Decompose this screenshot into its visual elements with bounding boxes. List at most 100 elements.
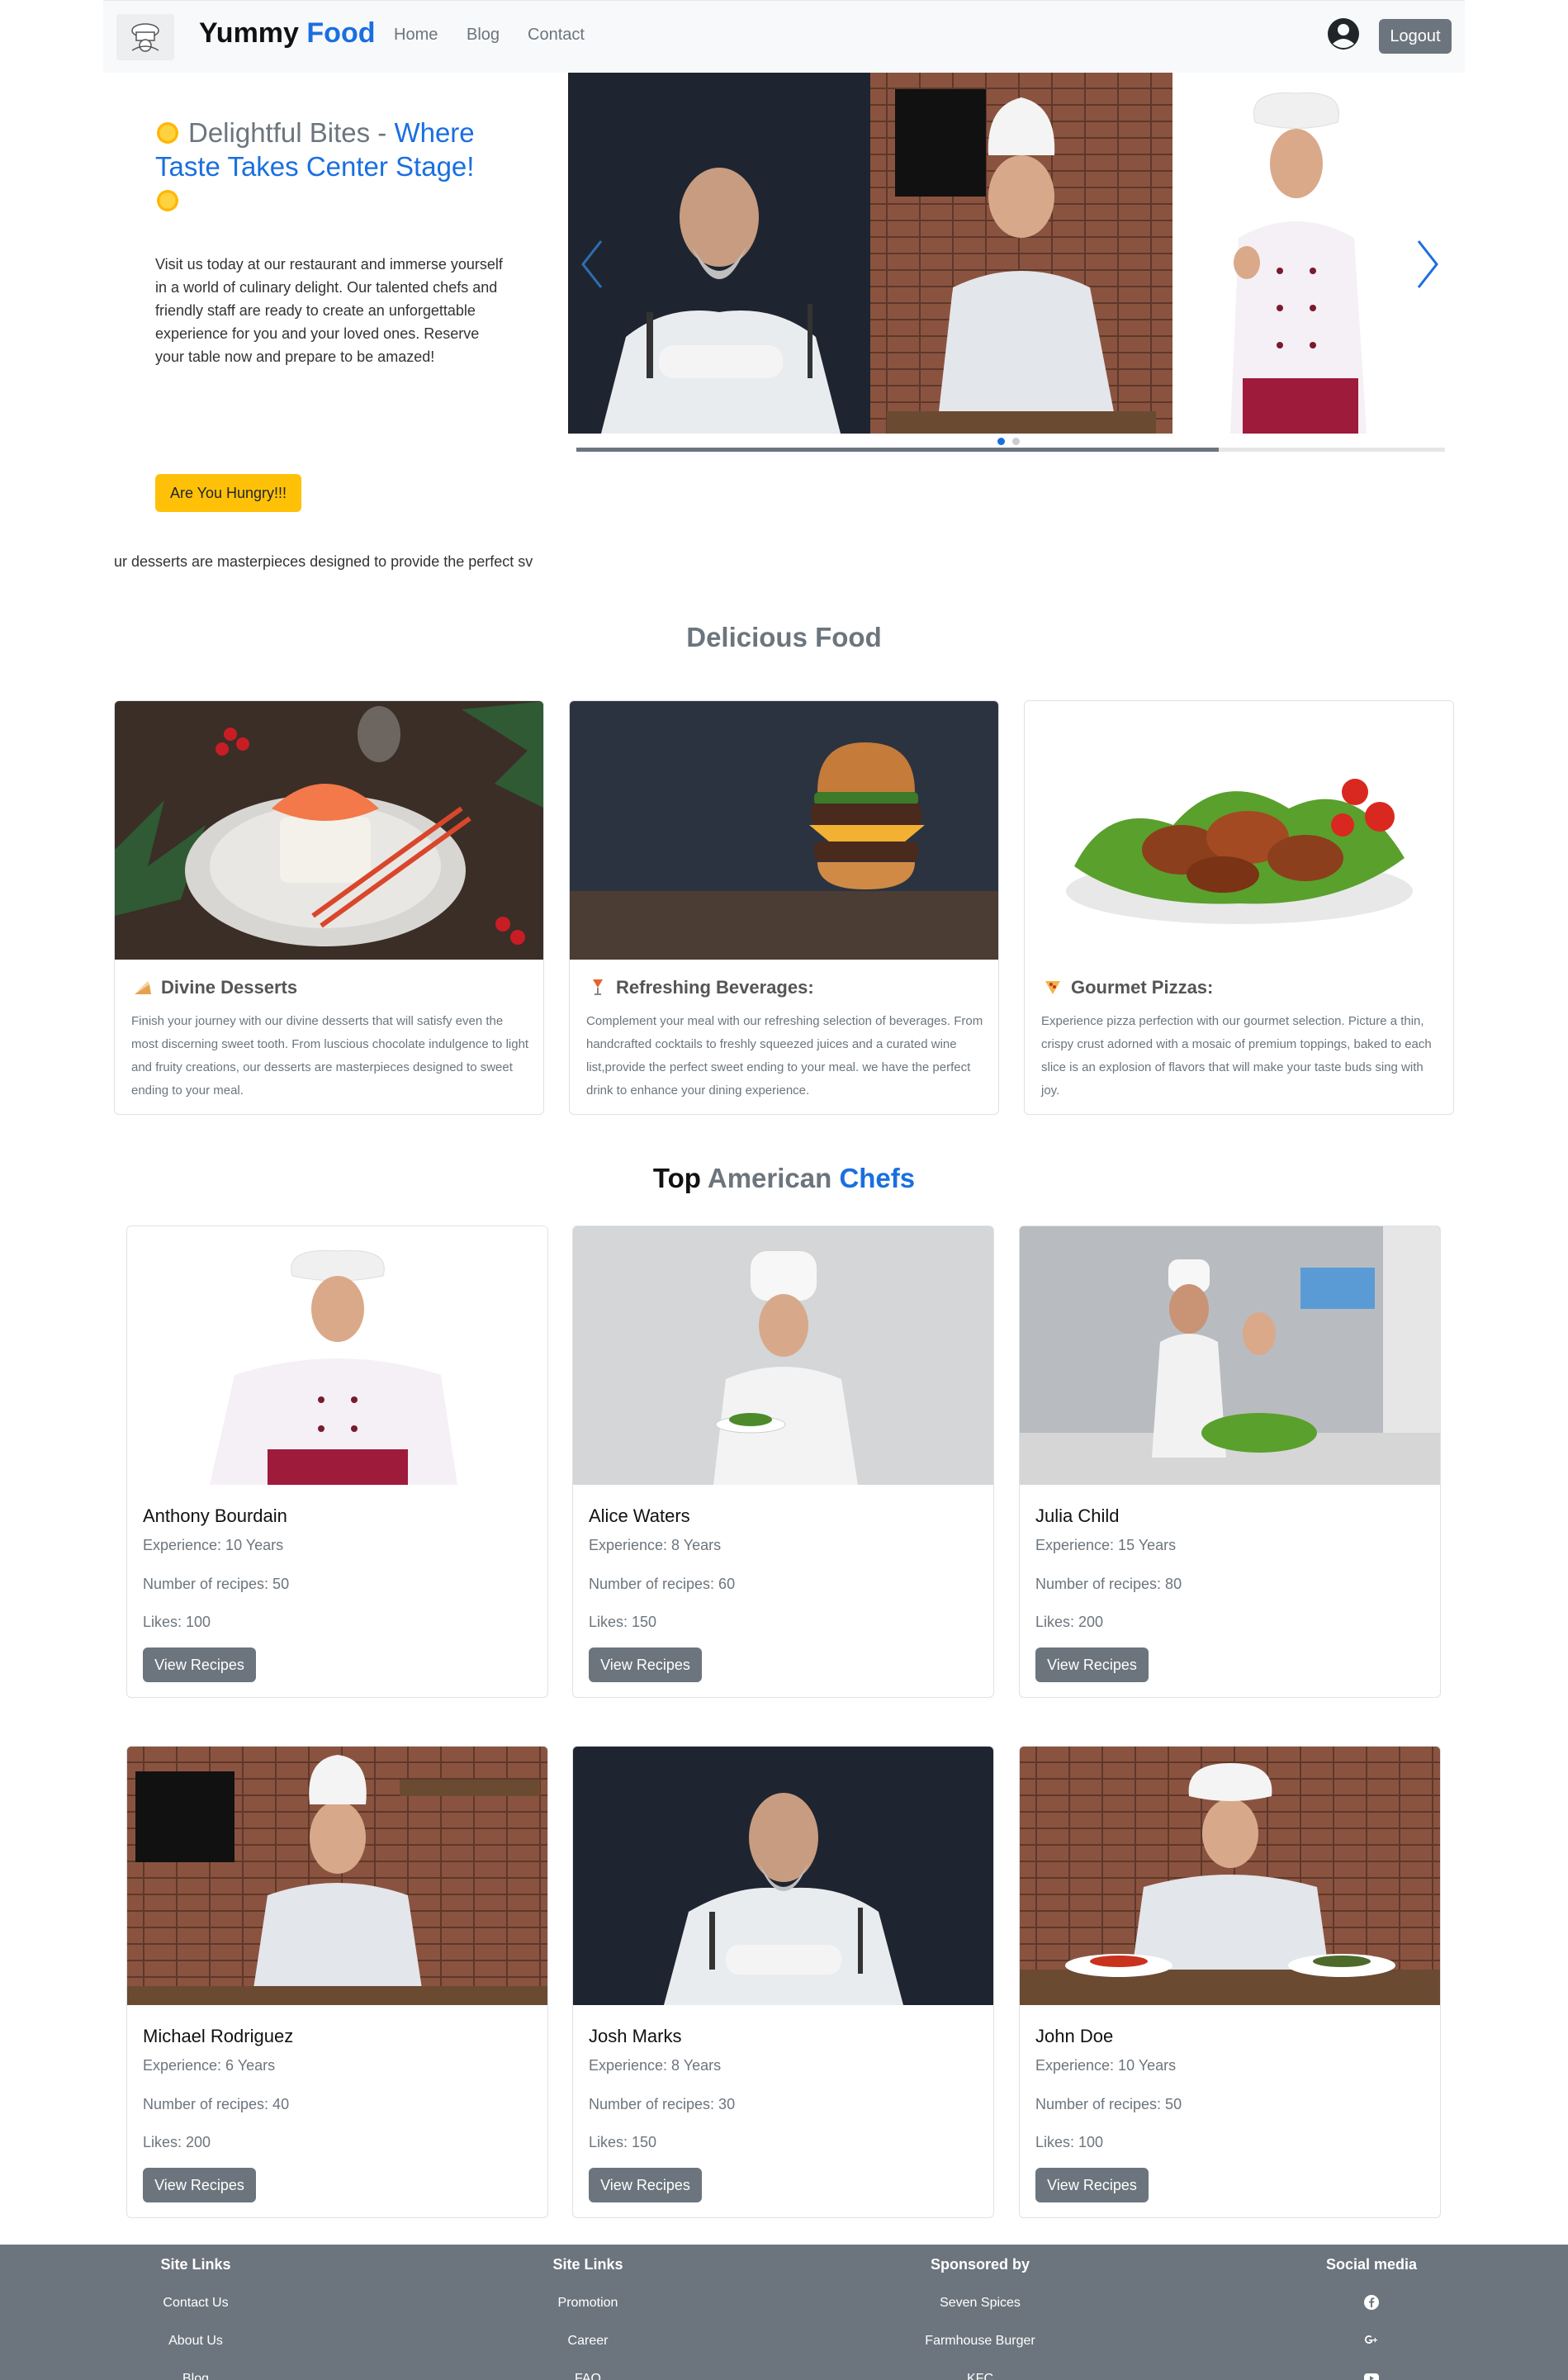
chef-recipes: Number of recipes: 30 [589, 2096, 736, 2112]
chef-image-julia-child [1020, 1226, 1440, 1485]
chef-experience: Experience: 8 Years [589, 1537, 722, 1553]
hero-title: Delightful Bites - Where Taste Takes Cen… [155, 116, 543, 217]
view-recipes-button[interactable]: View Recipes [1035, 2168, 1149, 2202]
navbar: Yummy Food Home Blog Contact Logout [103, 0, 1465, 73]
chef-recipes: Number of recipes: 50 [1035, 2096, 1182, 2112]
footer-link-promotion[interactable]: Promotion [464, 2296, 712, 2311]
carousel-dot-2[interactable] [1012, 438, 1020, 445]
chef-likes: Likes: 100 [1035, 2134, 1104, 2150]
footer-heading: Site Links [552, 2256, 623, 2273]
food-text-desserts: Finish your journey with our divine dess… [131, 1014, 529, 1098]
food-title-beverages: Refreshing Beverages: [588, 977, 814, 998]
chef-name: Josh Marks [589, 2026, 682, 2046]
chef-experience: Experience: 6 Years [143, 2057, 276, 2074]
footer-link-contact-us[interactable]: Contact Us [72, 2296, 320, 2311]
carousel-scrollbar-thumb[interactable] [576, 448, 1220, 452]
chef-name: Anthony Bourdain [143, 1505, 287, 1526]
food-title-desserts: Divine Desserts [133, 977, 297, 998]
footer-link-kfc[interactable]: KFC [856, 2372, 1104, 2380]
food-image-sushi [115, 701, 543, 960]
food-card-pizzas: Gourmet Pizzas: Experience pizza perfect… [1024, 700, 1454, 1115]
footer-link-seven-spices[interactable]: Seven Spices [856, 2296, 1104, 2311]
chef-image-michael-rodriguez [127, 1747, 547, 2005]
chef-image-john-doe [1020, 1747, 1440, 2005]
carousel-slide-bald-chef [568, 73, 870, 434]
chef-image-alice-waters [573, 1226, 993, 1485]
chef-likes: Likes: 200 [1035, 1614, 1104, 1630]
chef-experience: Experience: 10 Years [1035, 2057, 1177, 2074]
food-image-burger [570, 701, 998, 960]
nav-link-contact[interactable]: Contact [528, 26, 585, 45]
chef-recipes: Number of recipes: 80 [1035, 1576, 1182, 1592]
chef-recipes: Number of recipes: 50 [143, 1576, 290, 1592]
cocktail-icon [593, 979, 603, 995]
user-avatar-icon[interactable] [1327, 17, 1360, 50]
footer-heading: Social media [1325, 2256, 1418, 2273]
footer-heading: Site Links [160, 2256, 231, 2273]
chef-name: Julia Child [1035, 1505, 1120, 1526]
sun-icon [155, 121, 180, 145]
chef-card-michael-rodriguez: Michael Rodriguez Experience: 6 Years Nu… [126, 1746, 548, 2218]
youtube-icon[interactable] [1363, 2370, 1380, 2380]
are-you-hungry-button[interactable]: Are You Hungry!!! [155, 474, 301, 512]
chef-name: John Doe [1035, 2026, 1114, 2046]
food-title-pizzas: Gourmet Pizzas: [1043, 977, 1213, 998]
carousel-next-arrow-icon[interactable] [1415, 239, 1440, 289]
nav-link-home[interactable]: Home [394, 26, 438, 45]
logout-button[interactable]: Logout [1379, 19, 1452, 54]
view-recipes-button[interactable]: View Recipes [143, 2168, 256, 2202]
chef-likes: Likes: 200 [143, 2134, 211, 2150]
nav-link-blog[interactable]: Blog [467, 26, 500, 45]
carousel-prev-arrow-icon[interactable] [580, 239, 604, 289]
chef-recipes: Number of recipes: 60 [589, 1576, 736, 1592]
chef-experience: Experience: 8 Years [589, 2057, 722, 2074]
cake-icon [135, 981, 151, 994]
chef-carousel[interactable] [568, 73, 1447, 434]
chef-card-john-doe: John Doe Experience: 10 Years Number of … [1019, 1746, 1441, 2218]
chef-card-alice-waters: Alice Waters Experience: 8 Years Number … [572, 1226, 994, 1698]
brand-name[interactable]: Yummy Food [199, 17, 375, 50]
chef-recipes: Number of recipes: 40 [143, 2096, 290, 2112]
view-recipes-button[interactable]: View Recipes [589, 1648, 702, 1682]
pizza-icon [1045, 981, 1060, 994]
food-card-beverages: Refreshing Beverages: Complement your me… [569, 700, 999, 1115]
scrolling-marquee: ur desserts are masterpieces designed to… [114, 553, 533, 570]
view-recipes-button[interactable]: View Recipes [589, 2168, 702, 2202]
google-plus-icon[interactable] [1363, 2332, 1380, 2349]
chef-likes: Likes: 150 [589, 1614, 657, 1630]
footer-heading: Sponsored by [930, 2256, 1030, 2273]
food-image-chicken-wings [1025, 701, 1453, 960]
hero-description: Visit us today at our restaurant and imm… [155, 256, 503, 365]
footer-link-about-us[interactable]: About Us [72, 2334, 320, 2349]
food-text-beverages: Complement your meal with our refreshing… [586, 1014, 983, 1098]
chef-experience: Experience: 15 Years [1035, 1537, 1177, 1553]
footer: Site Links Contact Us About Us Blog Site… [0, 2245, 1568, 2380]
chef-card-julia-child: Julia Child Experience: 15 Years Number … [1019, 1226, 1441, 1698]
footer-link-career[interactable]: Career [464, 2334, 712, 2349]
footer-link-farmhouse-burger[interactable]: Farmhouse Burger [856, 2334, 1104, 2349]
chef-name: Michael Rodriguez [143, 2026, 294, 2046]
chef-name: Alice Waters [589, 1505, 690, 1526]
food-text-pizzas: Experience pizza perfection with our gou… [1041, 1014, 1432, 1098]
chef-experience: Experience: 10 Years [143, 1537, 284, 1553]
chef-card-anthony-bourdain: Anthony Bourdain Experience: 10 Years Nu… [126, 1226, 548, 1698]
carousel-slide-kitchen-chef [870, 73, 1172, 434]
footer-link-blog[interactable]: Blog [72, 2372, 320, 2380]
sun-icon [155, 188, 180, 213]
chef-image-josh-marks [573, 1747, 993, 2005]
chef-card-josh-marks: Josh Marks Experience: 8 Years Number of… [572, 1746, 994, 2218]
chef-likes: Likes: 150 [589, 2134, 657, 2150]
food-card-desserts: Divine Desserts Finish your journey with… [114, 700, 544, 1115]
delicious-food-heading: Delicious Food [686, 622, 882, 652]
carousel-dot-1[interactable] [997, 438, 1005, 445]
footer-link-faq[interactable]: FAQ [464, 2372, 712, 2380]
top-chefs-heading: Top American Chefs [652, 1163, 916, 1193]
chef-image-anthony-bourdain [127, 1226, 547, 1485]
view-recipes-button[interactable]: View Recipes [143, 1648, 256, 1682]
view-recipes-button[interactable]: View Recipes [1035, 1648, 1149, 1682]
chef-likes: Likes: 100 [143, 1614, 211, 1630]
carousel-slide-thumbs-chef [1172, 73, 1447, 434]
chef-logo-icon[interactable] [116, 14, 174, 60]
carousel-scrollbar[interactable] [576, 448, 1445, 452]
facebook-icon[interactable] [1363, 2294, 1380, 2311]
